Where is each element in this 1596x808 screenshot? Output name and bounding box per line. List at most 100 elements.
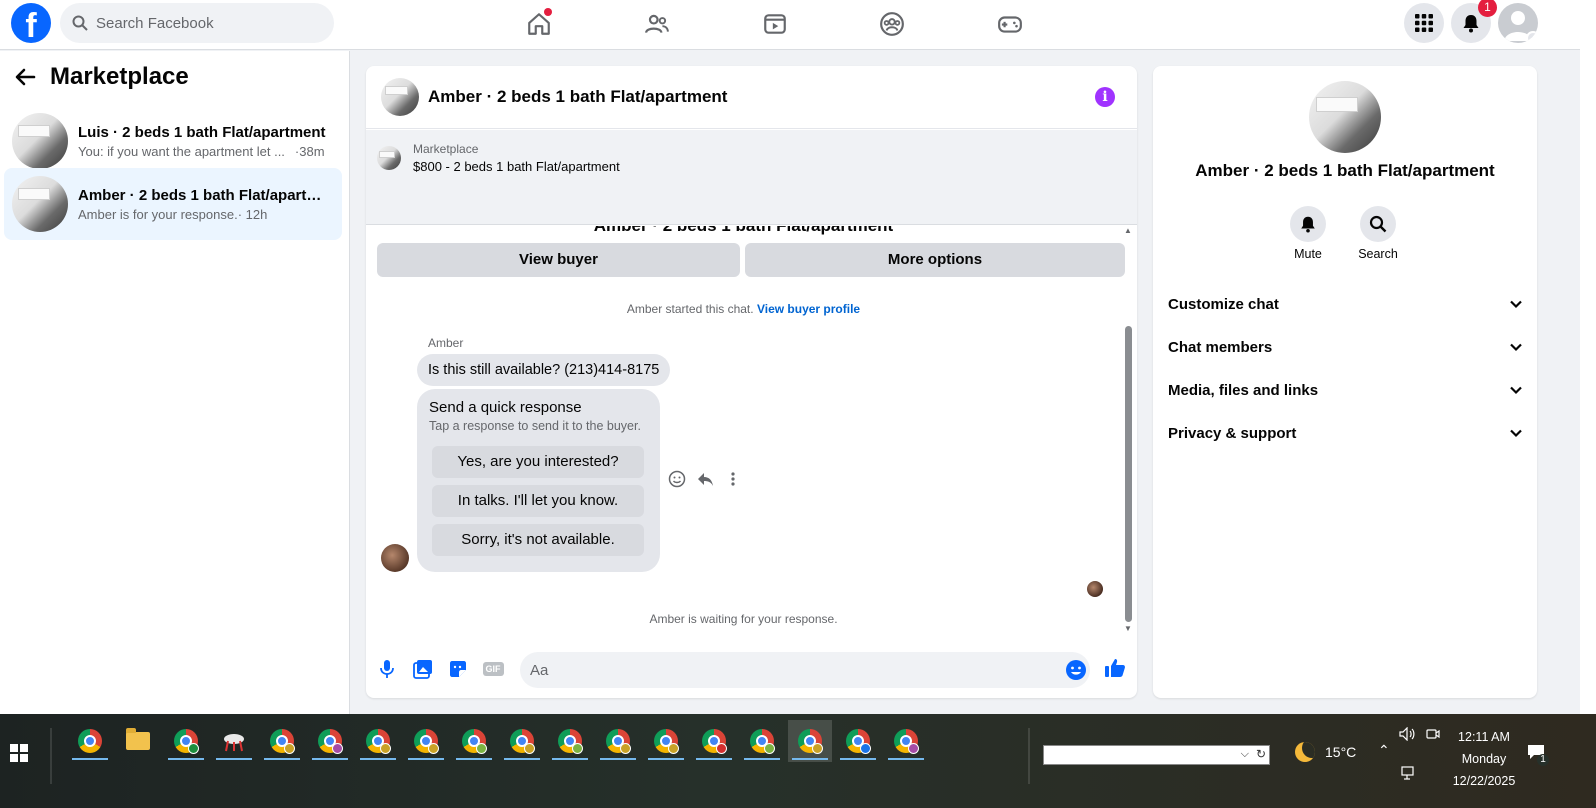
- photo-icon[interactable]: [412, 658, 434, 680]
- chat-members-section[interactable]: Chat members: [1168, 330, 1523, 364]
- buyer-avatar[interactable]: [381, 544, 409, 572]
- taskbar-chrome-profile[interactable]: [308, 720, 352, 762]
- camera-tray-icon[interactable]: [1426, 727, 1440, 744]
- taskbar-divider: [50, 728, 52, 784]
- taskbar-chrome-profile[interactable]: [644, 720, 688, 762]
- reply-icon[interactable]: [696, 470, 714, 488]
- chevron-up-icon[interactable]: ⌃: [1378, 742, 1390, 759]
- conversation-title: Amber · 2 beds 1 bath Flat/apartment: [78, 186, 328, 204]
- friends-icon: [645, 14, 669, 34]
- windows-start-icon[interactable]: [10, 744, 28, 762]
- watch-nav-button[interactable]: [759, 8, 791, 40]
- grid-menu-icon: [1415, 14, 1433, 32]
- customize-chat-section[interactable]: Customize chat: [1168, 287, 1523, 321]
- refresh-icon[interactable]: ↻: [1256, 747, 1266, 761]
- taskbar-chrome-profile[interactable]: [548, 720, 592, 762]
- back-arrow-icon[interactable]: [14, 66, 36, 88]
- app-icon: [224, 734, 244, 752]
- sticker-icon[interactable]: [447, 658, 469, 680]
- windows-taskbar: ⌵ ↻ 15°C ⌃ 12:11 AM Monday 12/22/2025 1: [0, 714, 1596, 808]
- message-bubble[interactable]: Is this still available? (213)414-8175: [417, 354, 671, 386]
- quick-reply-not-available[interactable]: Sorry, it's not available.: [432, 524, 644, 556]
- taskbar-chrome-profile[interactable]: [596, 720, 640, 762]
- taskbar-chrome-profile[interactable]: [404, 720, 448, 762]
- moon-icon: [1295, 742, 1315, 762]
- taskbar-chrome-profile[interactable]: [692, 720, 736, 762]
- search-in-chat-button[interactable]: Search: [1348, 206, 1408, 261]
- conversation-title: Luis · 2 beds 1 bath Flat/apartment: [78, 123, 326, 141]
- message-scrollbar[interactable]: ▲ ▼: [1123, 226, 1133, 636]
- conversation-info-panel: Amber · 2 beds 1 bath Flat/apartment Mut…: [1153, 66, 1537, 698]
- message-thread: Amber · 2 beds 1 bath Flat/apartment Amb…: [366, 226, 1137, 636]
- scrollbar-thumb[interactable]: [1125, 326, 1132, 622]
- search-input[interactable]: [96, 14, 316, 32]
- taskbar-chrome-profile[interactable]: [452, 720, 496, 762]
- groups-icon: [880, 12, 904, 36]
- view-buyer-profile-link[interactable]: View buyer profile: [757, 302, 860, 316]
- dropdown-arrow-icon[interactable]: ⌵: [1241, 748, 1249, 761]
- section-label: Customize chat: [1168, 295, 1279, 313]
- taskbar-chrome-profile[interactable]: [260, 720, 304, 762]
- page-scrollbar[interactable]: [1580, 0, 1596, 714]
- sidebar-header: Marketplace: [14, 63, 189, 91]
- listing-price-title[interactable]: $800 - 2 beds 1 bath Flat/apartment: [413, 158, 620, 176]
- speaker-icon[interactable]: [1399, 726, 1415, 744]
- info-icon[interactable]: i: [1095, 87, 1115, 107]
- microphone-icon[interactable]: [376, 658, 398, 680]
- notification-badge: 1: [1478, 0, 1497, 17]
- weather-widget[interactable]: 15°C: [1295, 742, 1356, 762]
- listing-thumbnail: [12, 176, 68, 232]
- conversation-item-amber[interactable]: Amber · 2 beds 1 bath Flat/apartment Amb…: [4, 168, 342, 240]
- taskbar-chrome-profile[interactable]: [500, 720, 544, 762]
- media-files-links-section[interactable]: Media, files and links: [1168, 373, 1523, 407]
- taskbar-chrome[interactable]: [68, 720, 112, 762]
- weather-temperature: 15°C: [1325, 744, 1357, 760]
- search-box[interactable]: [60, 3, 334, 43]
- friends-nav-button[interactable]: [641, 8, 673, 40]
- like-icon[interactable]: [1103, 656, 1127, 680]
- message-composer: GIF: [366, 648, 1137, 690]
- taskbar-file-explorer[interactable]: [116, 720, 160, 762]
- clock-date: 12/22/2025: [1452, 774, 1516, 788]
- gaming-nav-button[interactable]: [994, 8, 1026, 40]
- home-nav-button[interactable]: [523, 8, 555, 40]
- quick-reply-in-talks[interactable]: In talks. I'll let you know.: [432, 485, 644, 517]
- taskbar-chrome-profile[interactable]: [884, 720, 928, 762]
- conversation-snippet: Amber is for your response.: [78, 206, 238, 222]
- taskbar-address-combobox[interactable]: ⌵ ↻: [1043, 745, 1270, 765]
- taskbar-chrome-profile[interactable]: [836, 720, 880, 762]
- scroll-up-arrow-icon[interactable]: ▲: [1124, 226, 1132, 235]
- chat-title[interactable]: Amber · 2 beds 1 bath Flat/apartment: [428, 87, 727, 107]
- taskbar-chrome-profile[interactable]: [164, 720, 208, 762]
- taskbar-app[interactable]: [212, 720, 256, 762]
- privacy-support-section[interactable]: Privacy & support: [1168, 416, 1523, 450]
- taskbar-clock[interactable]: 12:11 AM Monday 12/22/2025: [1446, 726, 1522, 792]
- gaming-icon: [998, 16, 1022, 33]
- facebook-logo[interactable]: f: [11, 3, 51, 43]
- taskbar-chrome-profile[interactable]: [740, 720, 784, 762]
- taskbar-chrome-profile-active[interactable]: [788, 720, 832, 762]
- scroll-down-arrow-icon[interactable]: ▼: [1124, 624, 1132, 633]
- taskbar-chrome-profile[interactable]: [356, 720, 400, 762]
- quick-response-title: Send a quick response: [429, 399, 582, 416]
- conversation-item-luis[interactable]: Luis · 2 beds 1 bath Flat/apartment You:…: [4, 105, 342, 177]
- notifications-button[interactable]: 1: [1451, 0, 1497, 43]
- mute-button[interactable]: Mute: [1278, 206, 1338, 261]
- search-icon: [1369, 215, 1387, 233]
- quick-reply-interested[interactable]: Yes, are you interested?: [432, 446, 644, 478]
- clock-day: Monday: [1461, 752, 1507, 766]
- thread-title: Amber · 2 beds 1 bath Flat/apartment: [366, 226, 1121, 236]
- gif-icon[interactable]: GIF: [482, 658, 504, 680]
- emoji-icon[interactable]: [1065, 659, 1087, 681]
- quick-response-card: Send a quick response Tap a response to …: [417, 389, 660, 572]
- more-vertical-icon[interactable]: [724, 470, 742, 488]
- folder-icon: [126, 728, 150, 750]
- section-label: Media, files and links: [1168, 381, 1319, 399]
- menu-button[interactable]: [1404, 3, 1444, 43]
- account-avatar[interactable]: [1498, 3, 1538, 43]
- message-input[interactable]: [520, 652, 1090, 688]
- react-emoji-icon[interactable]: [668, 470, 686, 488]
- network-icon[interactable]: [1401, 766, 1417, 783]
- waiting-notice: Amber is waiting for your response.: [649, 612, 838, 626]
- groups-nav-button[interactable]: [876, 8, 908, 40]
